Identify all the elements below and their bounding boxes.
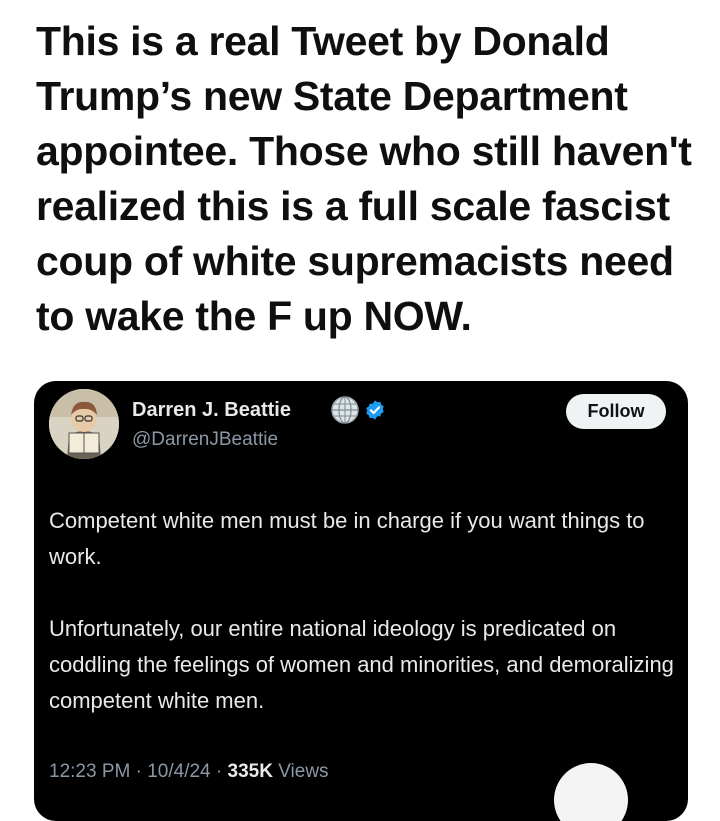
display-name[interactable]: Darren J. Beattie	[132, 399, 291, 422]
floating-action-button[interactable]	[554, 763, 628, 821]
verified-check-icon	[364, 399, 386, 421]
tweet-metadata: 12:23 PM · 10/4/24 · 335K Views	[49, 761, 329, 783]
tweet-paragraph: Competent white men must be in charge if…	[49, 508, 645, 569]
meta-separator: ·	[210, 761, 228, 782]
avatar[interactable]	[49, 389, 119, 459]
views-label: Views	[278, 761, 329, 782]
tweet-time[interactable]: 12:23 PM	[49, 761, 130, 782]
post-headline: This is a real Tweet by Donald Trump’s n…	[36, 18, 692, 339]
globe-icon	[330, 395, 360, 425]
tweet-date[interactable]: 10/4/24	[147, 761, 210, 782]
follow-button[interactable]: Follow	[566, 394, 666, 429]
meta-separator: ·	[130, 761, 148, 782]
tweet-text: Competent white men must be in charge if…	[49, 503, 674, 719]
avatar-illustration	[49, 389, 119, 459]
views-count: 335K	[227, 761, 273, 782]
embedded-tweet-card: Darren J. Beattie @DarrenJBeattie Follow…	[34, 381, 688, 821]
user-handle[interactable]: @DarrenJBeattie	[132, 429, 278, 451]
tweet-paragraph: Unfortunately, our entire national ideol…	[49, 616, 674, 713]
